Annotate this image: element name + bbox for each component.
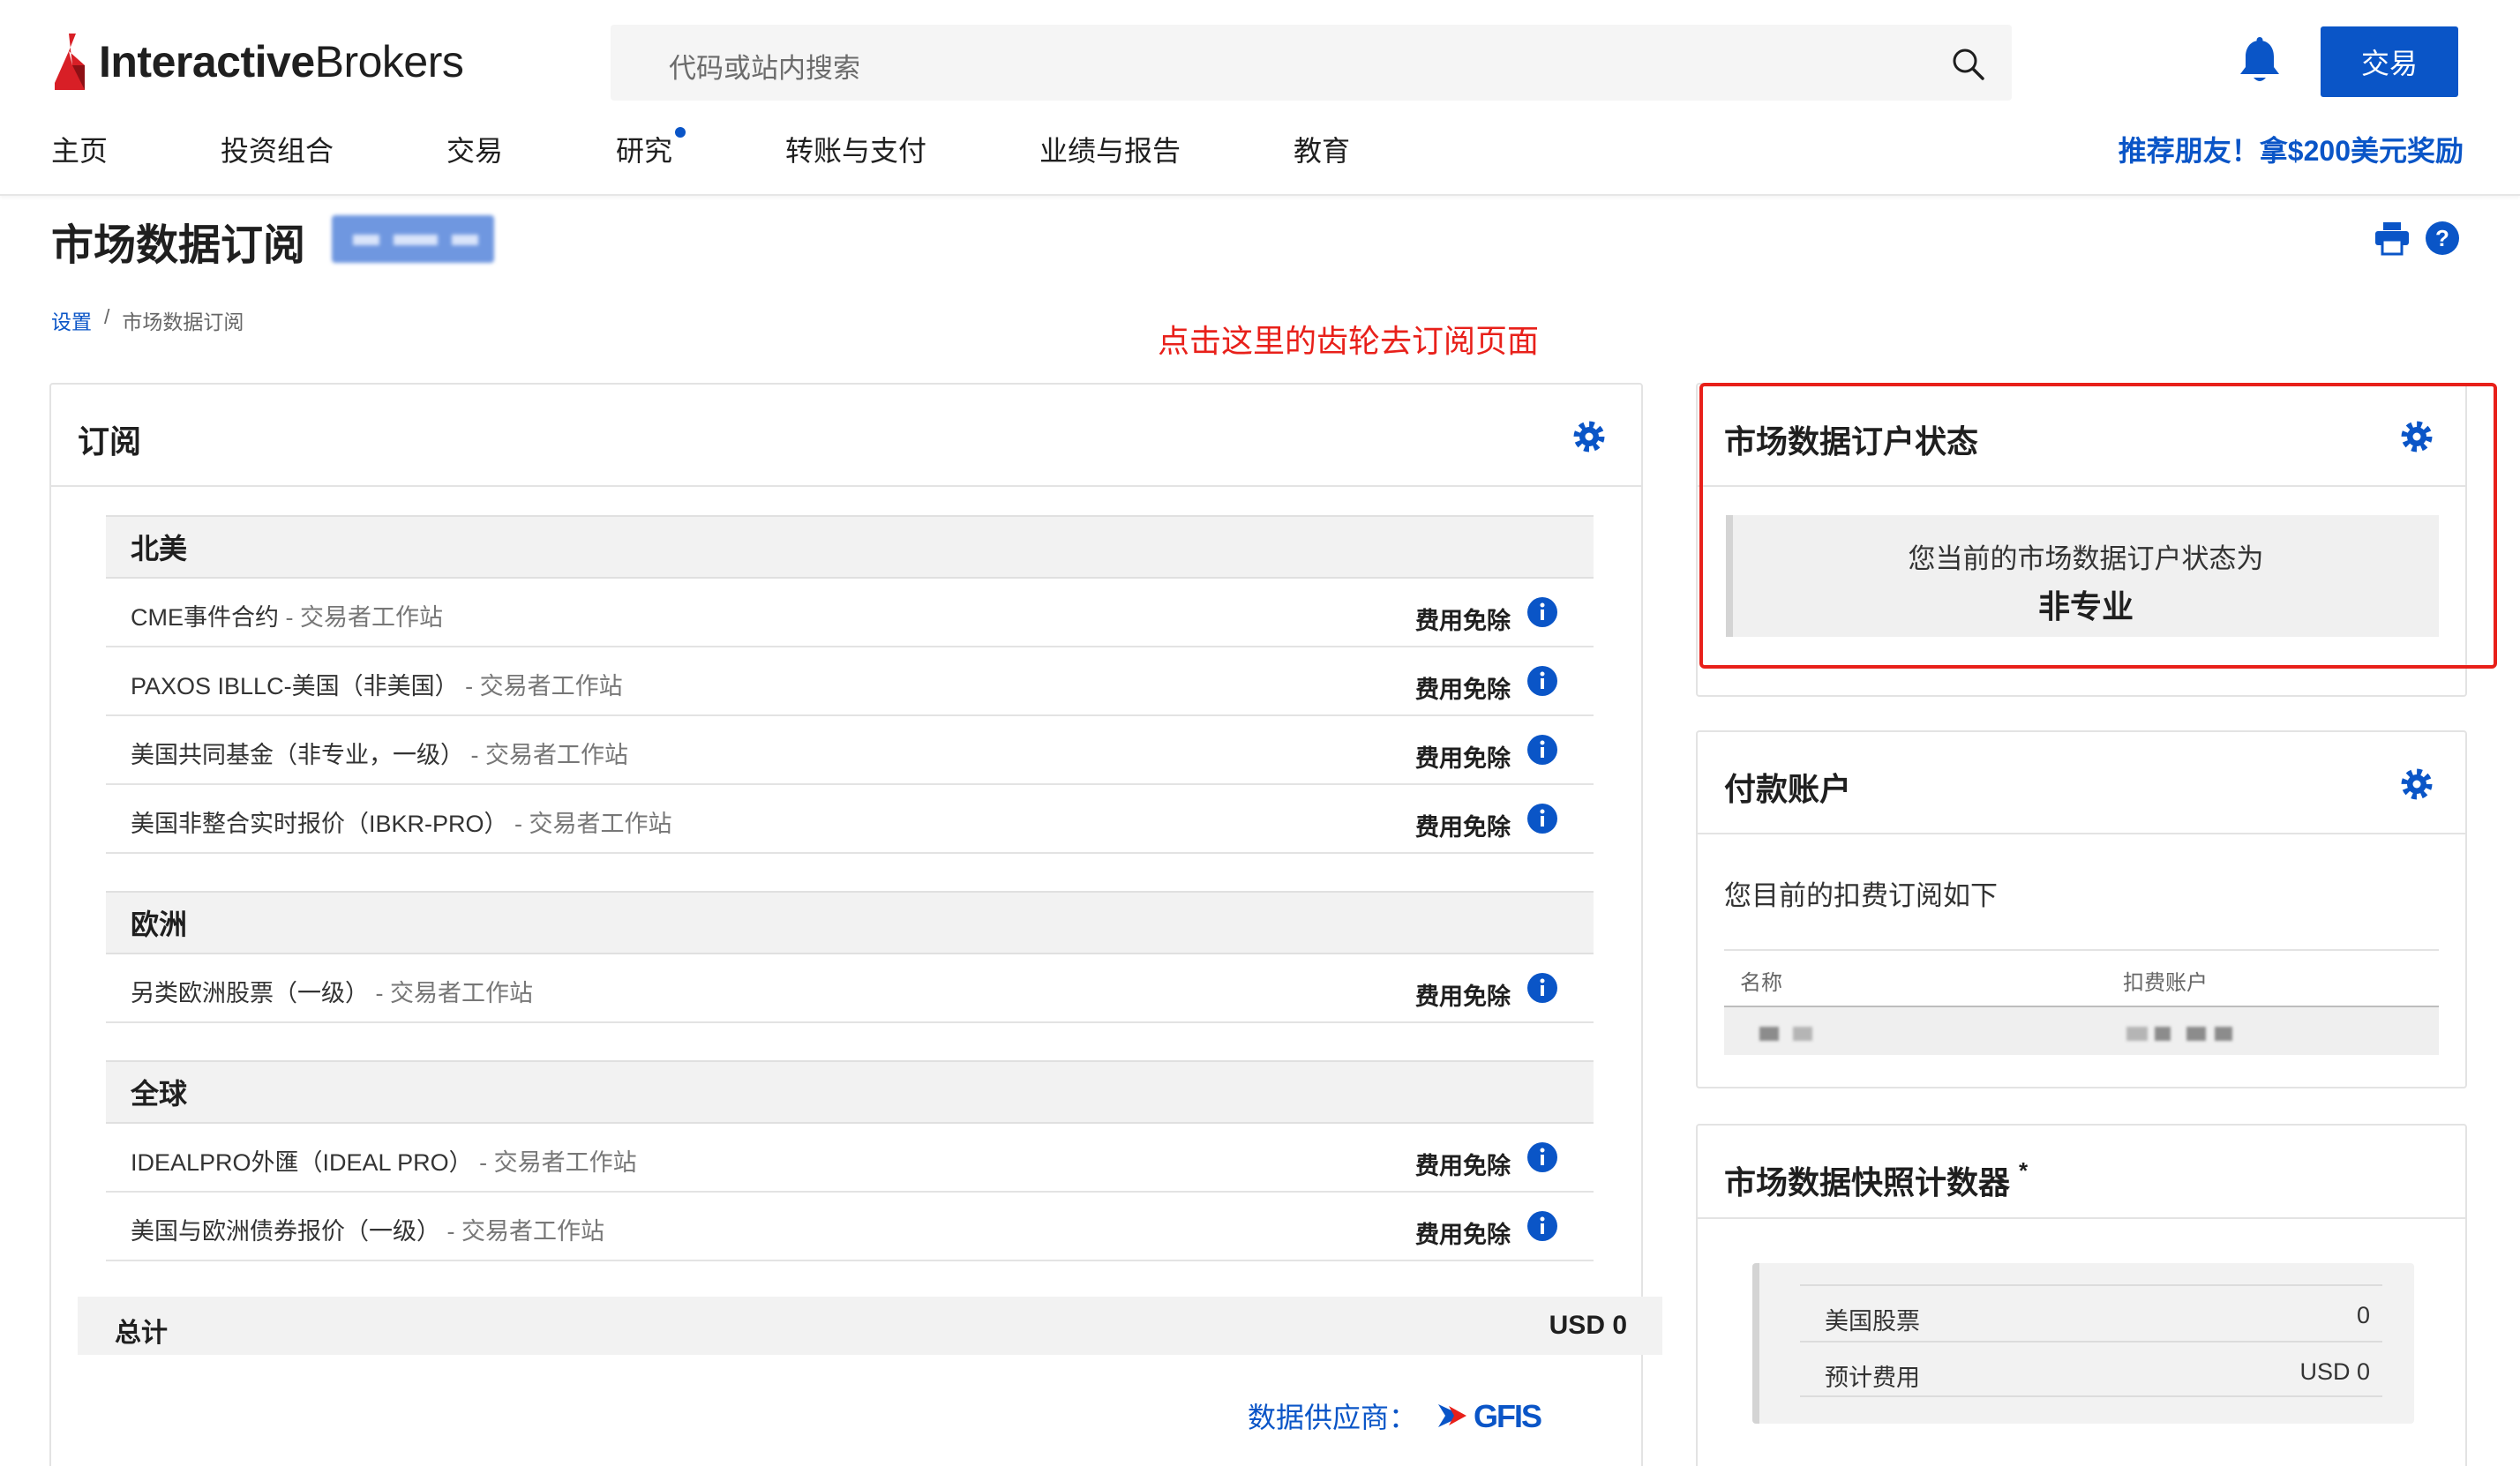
account-id-badge-redacted (332, 215, 494, 263)
snapshot-value: 0 (2356, 1302, 2370, 1328)
snapshot-row: 预计费用 USD 0 (1800, 1341, 2382, 1397)
print-icon[interactable] (2374, 221, 2411, 256)
subscription-row: PAXOS IBLLC-美国（非美国） - 交易者工作站 费用免除 (106, 647, 1594, 716)
info-icon[interactable] (1526, 1210, 1558, 1242)
snapshot-value: USD 0 (2299, 1358, 2370, 1385)
table-row-redacted (1724, 1006, 2439, 1055)
total-label: 总计 (115, 1319, 168, 1348)
data-provider: 数据供应商： GFIS (1248, 1394, 1549, 1438)
research-notification-dot (675, 127, 686, 138)
payment-account-table: 名称 扣费账户 (1724, 949, 2439, 1055)
annotation-highlight-frame (1699, 383, 2497, 669)
fee-waived-label: 费用免除 (1415, 677, 1511, 703)
notification-bell-icon[interactable] (2236, 37, 2284, 86)
fee-waived-label: 费用免除 (1415, 745, 1511, 772)
snapshot-counter-box: 美国股票 0 预计费用 USD 0 (1752, 1263, 2414, 1424)
nav-portfolio[interactable]: 投资组合 (221, 129, 334, 169)
search-box[interactable]: 代码或站内搜索 (611, 25, 2012, 101)
region-europe: 欧洲 另类欧洲股票（一级） - 交易者工作站 费用免除 (106, 891, 1594, 1023)
nav-trade[interactable]: 交易 (446, 129, 503, 169)
snapshot-counter-title: 市场数据快照计数器 * (1724, 1157, 2029, 1200)
nav-research[interactable]: 研究 (616, 129, 672, 169)
payment-account-title: 付款账户 (1724, 771, 1852, 807)
snapshot-counter-panel: 市场数据快照计数器 * 美国股票 0 预计费用 USD 0 (1696, 1124, 2467, 1466)
referral-promo-link[interactable]: 推荐朋友！拿$200美元奖励 (2119, 129, 2464, 169)
region-north-america: 北美 CME事件合约 - 交易者工作站 费用免除 PAXOS IBLLC-美国（… (106, 515, 1594, 854)
page-title: 市场数据订阅 (51, 222, 306, 269)
subscription-name: 另类欧洲股票（一级） - 交易者工作站 (131, 980, 533, 1006)
trade-button[interactable]: 交易 (2321, 26, 2458, 97)
subscriptions-panel-header: 订阅 (51, 385, 1641, 487)
info-icon[interactable] (1526, 972, 1558, 1004)
snapshot-counter-header: 市场数据快照计数器 * (1698, 1126, 2465, 1219)
subscription-name: 美国共同基金（非专业，一级） - 交易者工作站 (131, 742, 628, 768)
payment-account-description: 您目前的扣费订阅如下 (1724, 880, 1998, 911)
payment-account-header: 付款账户 (1698, 732, 2465, 834)
table-header: 名称 扣费账户 (1724, 951, 2439, 1006)
subscription-row: 另类欧洲股票（一级） - 交易者工作站 费用免除 (106, 954, 1594, 1023)
region-header: 全球 (106, 1060, 1594, 1124)
svg-text:GFIS: GFIS (1474, 1398, 1541, 1434)
column-name: 名称 (1740, 971, 1782, 995)
ib-logo-text: InteractiveBrokers (99, 37, 464, 86)
breadcrumb: 设置 / 市场数据订阅 (51, 305, 244, 335)
annotation-text: 点击这里的齿轮去订阅页面 (1158, 323, 1540, 359)
subscription-name: PAXOS IBLLC-美国（非美国） - 交易者工作站 (131, 673, 623, 699)
info-icon[interactable] (1526, 665, 1558, 697)
subscription-row: 美国与欧洲债券报价（一级） - 交易者工作站 费用免除 (106, 1193, 1594, 1261)
breadcrumb-current: 市场数据订阅 (122, 310, 244, 333)
region-global: 全球 IDEALPRO外匯（IDEAL PRO） - 交易者工作站 费用免除 美… (106, 1060, 1594, 1261)
nav-education[interactable]: 教育 (1294, 129, 1350, 169)
nav-home[interactable]: 主页 (51, 129, 108, 169)
search-icon[interactable] (1950, 46, 1985, 81)
subscription-name: 美国非整合实时报价（IBKR-PRO） - 交易者工作站 (131, 811, 672, 837)
column-billing-account: 扣费账户 (2123, 971, 2208, 995)
breadcrumb-separator: / (104, 305, 110, 328)
fee-waived-label: 费用免除 (1415, 1153, 1511, 1179)
info-icon[interactable] (1526, 803, 1558, 834)
svg-text:?: ? (2435, 225, 2449, 251)
subscription-name: 美国与欧洲债券报价（一级） - 交易者工作站 (131, 1218, 604, 1245)
info-icon[interactable] (1526, 734, 1558, 766)
fee-waived-label: 费用免除 (1415, 814, 1511, 841)
total-row: 总计 USD 0 (78, 1297, 1662, 1355)
ib-logo[interactable]: InteractiveBrokers (49, 26, 464, 97)
subscription-name: IDEALPRO外匯（IDEAL PRO） - 交易者工作站 (131, 1149, 637, 1176)
subscription-row: CME事件合约 - 交易者工作站 费用免除 (106, 579, 1594, 647)
nav-performance[interactable]: 业绩与报告 (1039, 129, 1181, 169)
search-input[interactable]: 代码或站内搜索 (669, 46, 860, 86)
breadcrumb-settings-link[interactable]: 设置 (51, 305, 92, 335)
subscriptions-gear-icon[interactable] (1572, 420, 1606, 453)
top-header: InteractiveBrokers 代码或站内搜索 交易 主页 投资组合 交易… (0, 0, 2520, 196)
data-provider-label: 数据供应商： (1248, 1402, 1418, 1433)
subscriptions-title: 订阅 (78, 423, 142, 460)
payment-account-panel: 付款账户 您目前的扣费订阅如下 名称 扣费账户 (1696, 730, 2467, 1088)
info-icon[interactable] (1526, 1141, 1558, 1173)
total-value: USD 0 (1549, 1311, 1627, 1340)
info-icon[interactable] (1526, 596, 1558, 628)
ib-logo-icon (55, 34, 85, 90)
subscription-row: 美国共同基金（非专业，一级） - 交易者工作站 费用免除 (106, 716, 1594, 785)
snapshot-label: 美国股票 (1825, 1308, 1920, 1335)
region-header: 北美 (106, 515, 1594, 579)
subscription-name: CME事件合约 - 交易者工作站 (131, 604, 443, 631)
region-header: 欧洲 (106, 891, 1594, 954)
nav-transfer[interactable]: 转账与支付 (785, 129, 926, 169)
subscription-row: 美国非整合实时报价（IBKR-PRO） - 交易者工作站 费用免除 (106, 785, 1594, 854)
help-icon[interactable]: ? (2425, 221, 2460, 256)
gfis-logo-icon[interactable]: GFIS (1436, 1394, 1549, 1438)
subscription-row: IDEALPRO外匯（IDEAL PRO） - 交易者工作站 费用免除 (106, 1124, 1594, 1193)
fee-waived-label: 费用免除 (1415, 984, 1511, 1010)
fee-waived-label: 费用免除 (1415, 608, 1511, 634)
payment-account-gear-icon[interactable] (2400, 767, 2434, 801)
snapshot-row: 美国股票 0 (1800, 1284, 2382, 1341)
snapshot-label: 预计费用 (1825, 1365, 1920, 1391)
fee-waived-label: 费用免除 (1415, 1222, 1511, 1248)
